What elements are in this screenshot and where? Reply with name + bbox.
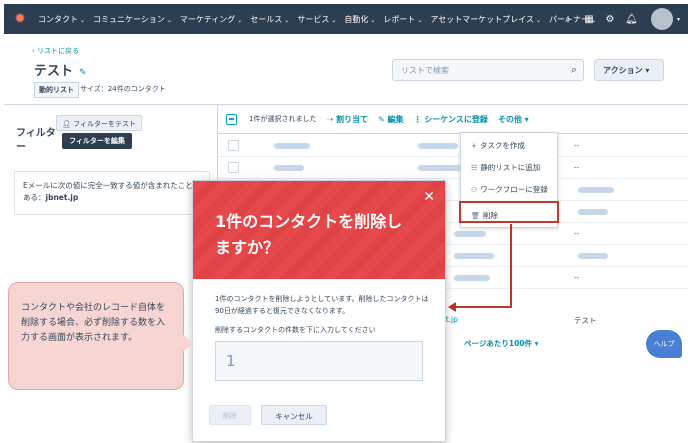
row-checkbox[interactable] <box>228 162 239 173</box>
menu-item-create-task[interactable]: + タスクを作成 <box>461 133 557 155</box>
hubspot-logo-icon[interactable]: ✹ <box>12 11 28 27</box>
help-button[interactable]: ヘルプ <box>646 330 682 358</box>
nav-communication[interactable]: コミュニケーション ⌄ <box>93 14 172 25</box>
row-checkbox[interactable] <box>228 140 239 151</box>
cancel-button[interactable]: キャンセル <box>261 405 327 425</box>
plus-icon: + <box>471 142 477 150</box>
delete-modal: 1件のコンタクトを削除しますか？ ✕ 1件のコンタクトを削除しようとしています。… <box>192 180 446 442</box>
list-icon: ☷ <box>471 164 478 172</box>
filter-rule-card: Eメールに次の値に完全一致する値が含まれたことがある：jbnet.jp <box>14 171 210 215</box>
annotation-arrowhead <box>448 302 456 312</box>
filter-title: フィルター <box>16 128 56 153</box>
cell-value: -- <box>574 142 580 150</box>
list-type-badge: 動的リスト <box>34 82 79 98</box>
nav-marketing[interactable]: マーケティング ⌄ <box>180 14 242 25</box>
nav-asset-marketplace[interactable]: アセットマーケットプレイス ⌄ <box>430 14 541 25</box>
close-icon[interactable]: ✕ <box>423 189 435 205</box>
modal-title: 1件のコンタクトを削除しますか？ <box>215 212 403 257</box>
select-all-checkbox[interactable] <box>226 113 237 125</box>
search-icon[interactable]: ⌕ <box>562 14 574 25</box>
cell-value: -- <box>574 274 580 282</box>
bell-icon[interactable]: 🔔︎ <box>625 14 638 25</box>
nav-contacts[interactable]: コンタクト ⌄ <box>38 14 85 25</box>
gear-icon[interactable]: ⚙ <box>604 14 616 25</box>
delete-button[interactable]: 削除 <box>209 405 251 425</box>
annotation-arrow <box>454 306 512 308</box>
cell-value: -- <box>574 230 580 238</box>
delete-count-input[interactable]: 1 <box>215 341 423 381</box>
test-filter-button[interactable]: 👤︎ フィルターをテスト <box>56 115 142 131</box>
app-window: ✹ コンタクト ⌄ コミュニケーション ⌄ マーケティング ⌄ セールス ⌄ サービス ⌄… <box>4 4 688 443</box>
page-title: テスト ✎ <box>34 64 87 79</box>
table-row[interactable]: -- <box>218 157 688 179</box>
nav-sales[interactable]: セールス ⌄ <box>250 14 289 25</box>
nav-automation[interactable]: 自動化 ⌄ <box>344 14 375 25</box>
annotation-arrow <box>510 224 512 308</box>
cell-value: -- <box>574 164 580 172</box>
search-icon[interactable]: ⌕ <box>571 63 577 77</box>
more-button[interactable]: その他 ▾ <box>498 114 529 125</box>
callout-tail <box>182 334 194 352</box>
pencil-icon[interactable]: ✎ <box>79 68 87 78</box>
search-input[interactable]: リストで検索 ⌕ <box>392 59 584 81</box>
assign-button[interactable]: ➝ 割り当て <box>326 114 368 125</box>
avatar[interactable] <box>650 8 673 30</box>
edit-button[interactable]: ✎ 編集 <box>378 114 404 125</box>
enroll-sequence-button[interactable]: ⋮ シーケンスに登録 <box>413 114 487 125</box>
top-nav: ✹ コンタクト ⌄ コミュニケーション ⌄ マーケティング ⌄ セールス ⌄ サービス ⌄… <box>4 4 688 34</box>
filter-sidebar: フィルター 👤︎ フィルターをテスト フィルターを編集 Eメールに次の値に完全一… <box>4 104 218 234</box>
menu-item-enroll-workflow[interactable]: ⚇ ワークフローに登録 <box>461 177 557 199</box>
bulk-action-toolbar: 1件が選択されました ➝ 割り当て ✎ 編集 ⋮ シーケンスに登録 その他 ▾ <box>218 104 688 134</box>
nav-service[interactable]: サービス ⌄ <box>297 14 336 25</box>
name-cell: テスト <box>574 316 597 325</box>
chevron-down-icon[interactable]: ▾ <box>677 16 680 23</box>
nav-icons: ⌕ ▦ ⚙ 🔔︎ ▾ <box>553 4 680 34</box>
list-size: サイズ：24件のコンタクト <box>80 85 166 93</box>
workflow-icon: ⚇ <box>471 186 478 194</box>
annotation-callout: コンタクトや会社のレコード自体を削除する場合、必ず削除する数を入力する画面が表示… <box>8 282 184 390</box>
table-row[interactable]: -- <box>218 135 688 157</box>
trash-icon: 🗑︎ <box>471 212 480 220</box>
edit-filter-button[interactable]: フィルターを編集 <box>62 133 132 149</box>
menu-item-delete[interactable]: 🗑︎ 削除 <box>459 201 559 223</box>
filter-rule-value: jbnet.jp <box>45 193 79 202</box>
menu-item-add-static-list[interactable]: ☷ 静的リストに追加 <box>461 155 557 177</box>
modal-header: 1件のコンタクトを削除しますか？ ✕ <box>193 181 445 279</box>
per-page-select[interactable]: ページあたり100件 ▾ <box>464 338 538 349</box>
modal-body: 1件のコンタクトを削除しようとしています。削除したコンタクトは90日が経過すると… <box>215 295 429 315</box>
more-dropdown-menu: + タスクを作成 ☷ 静的リストに追加 ⚇ ワークフローに登録 🗑︎ 削除 <box>459 132 559 228</box>
nav-reports[interactable]: レポート ⌄ <box>383 14 422 25</box>
actions-button[interactable]: アクション ▾ <box>594 59 664 81</box>
modal-input-label: 削除するコンタクトの件数を下に入力してください <box>215 326 376 334</box>
back-link[interactable]: ‹ リストに戻る <box>32 46 79 56</box>
selected-count: 1件が選択されました <box>249 115 317 123</box>
marketplace-icon[interactable]: ▦ <box>583 14 595 25</box>
